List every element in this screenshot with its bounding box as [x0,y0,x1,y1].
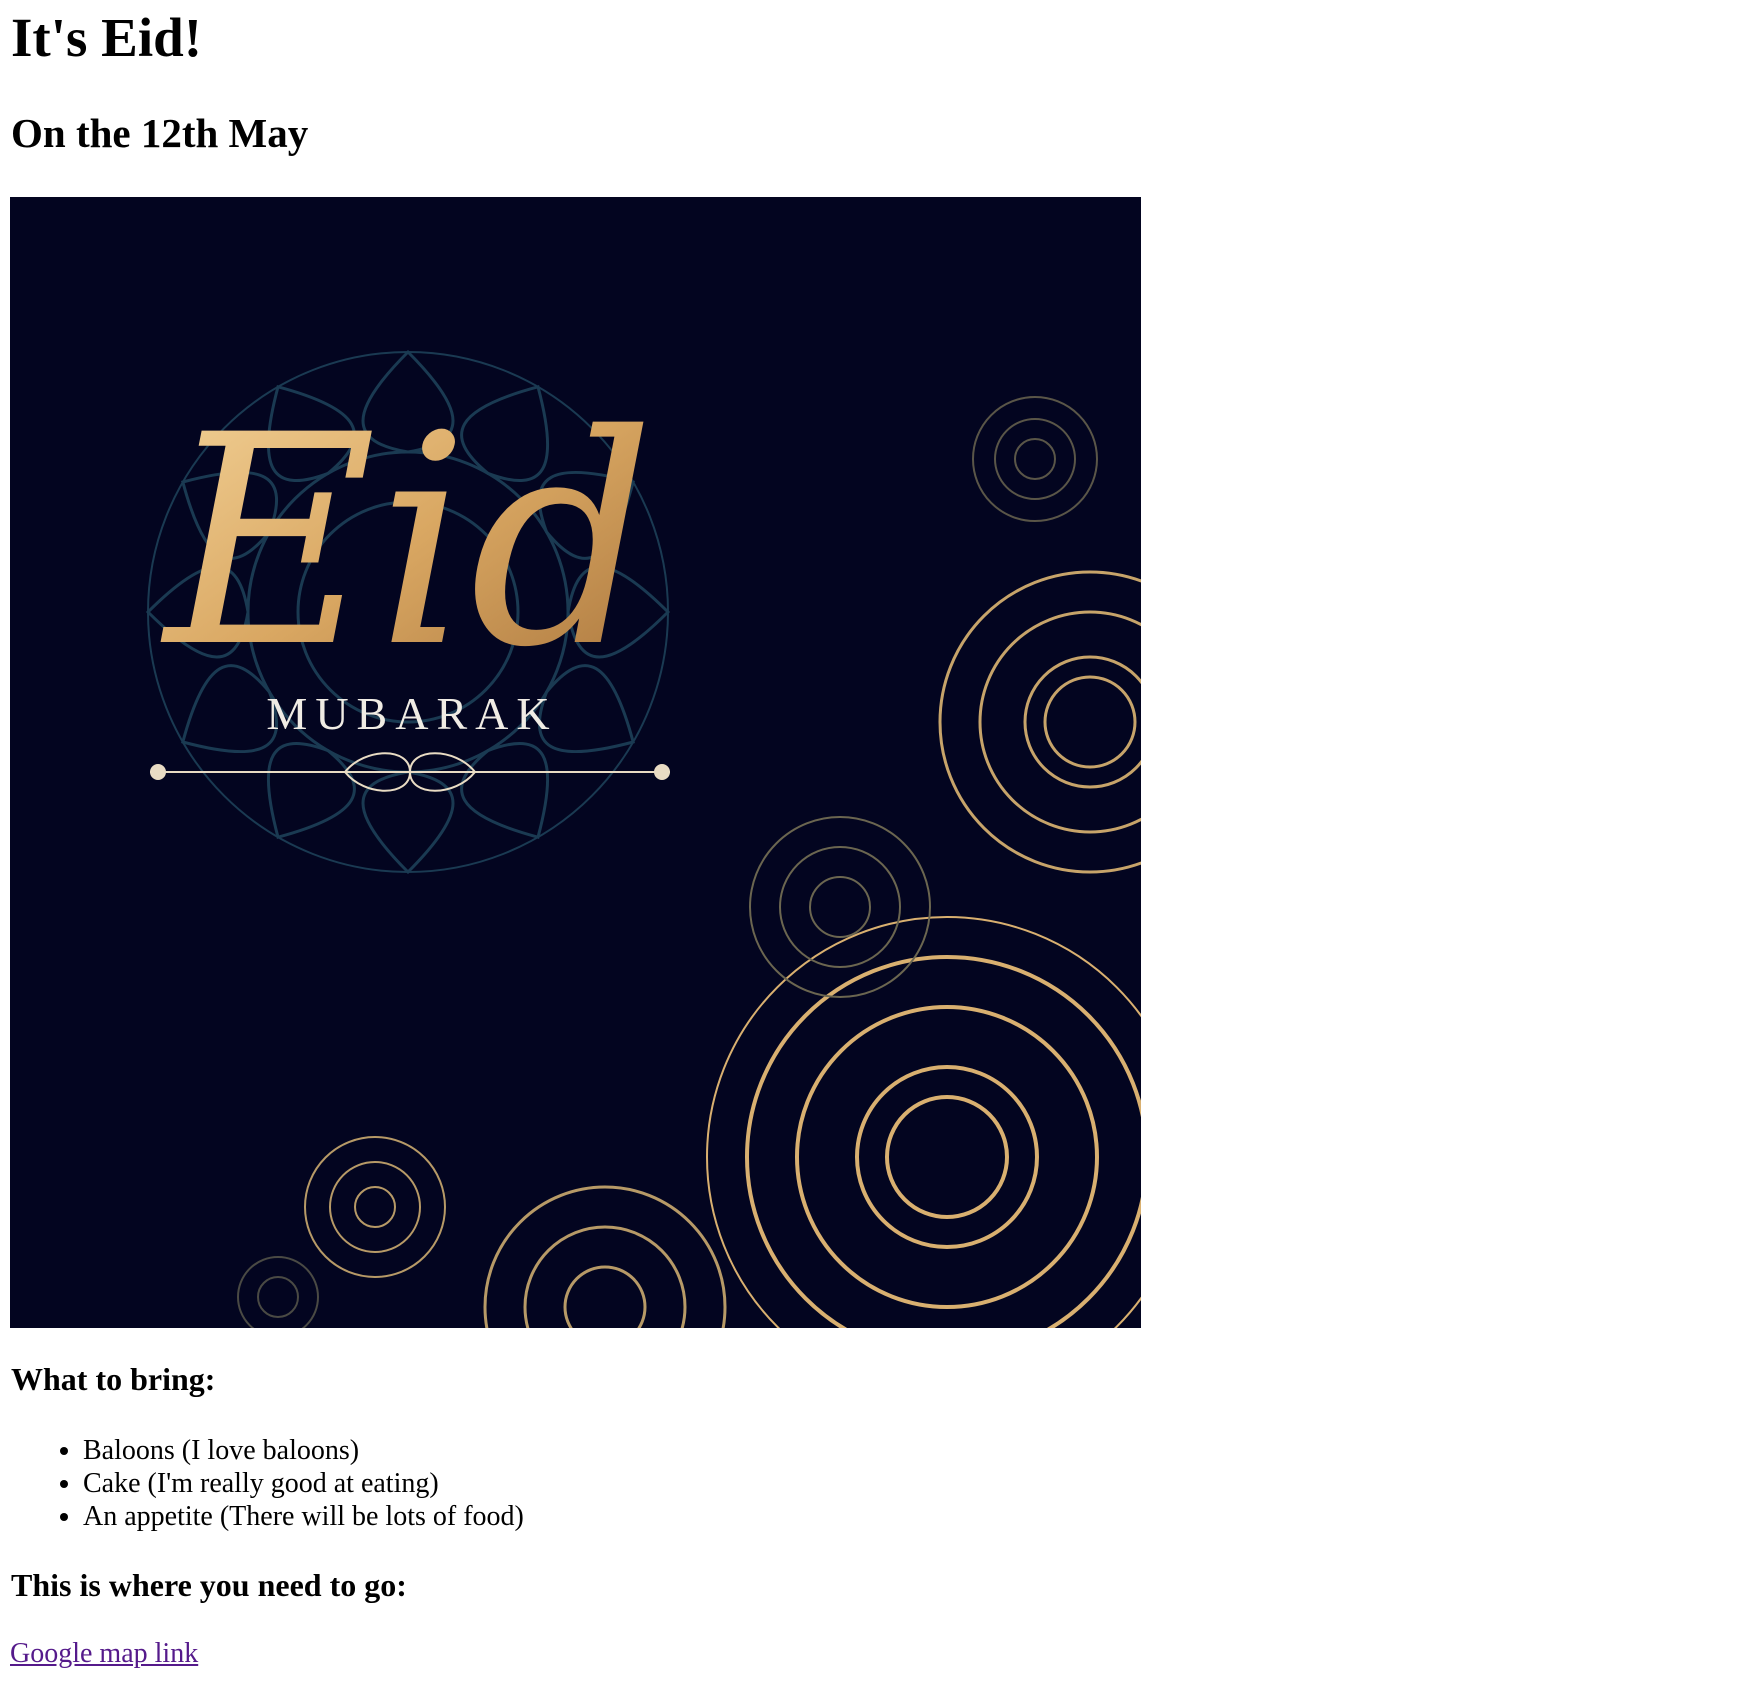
bring-heading: What to bring: [11,1361,216,1397]
page-title: It's Eid! [11,7,203,68]
google-map-link[interactable]: Google map link [10,1638,198,1670]
mubarak-text: MUBARAK [266,688,557,739]
list-item: An appetite (There will be lots of food) [83,1500,524,1533]
bring-list: Baloons (I love baloons) Cake (I'm reall… [0,1434,524,1533]
eid-script-text: Eid [160,374,655,711]
eid-mubarak-card-image: Eid MUBARAK [10,197,1141,1328]
directions-heading: This is where you need to go: [11,1567,407,1603]
list-item: Baloons (I love baloons) [83,1434,524,1467]
list-item: Cake (I'm really good at eating) [83,1467,524,1500]
date-heading: On the 12th May [11,110,309,156]
